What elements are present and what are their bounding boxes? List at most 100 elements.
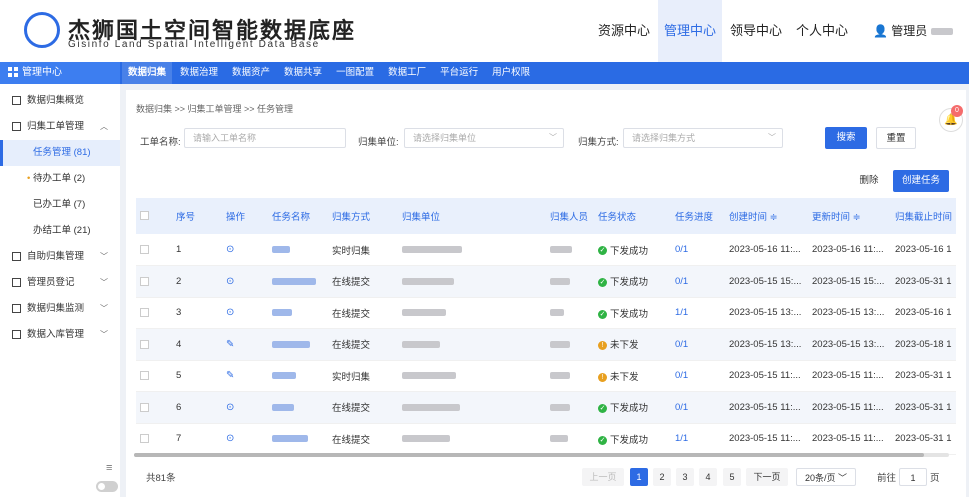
user-menu[interactable]: 👤 管理员 [873, 22, 953, 39]
row-name[interactable] [268, 360, 328, 392]
sidebar-item-workorder[interactable]: 归集工单管理 ︿ [0, 114, 120, 140]
search-button[interactable]: 搜索 [825, 127, 867, 149]
status-text: 下发成功 [610, 403, 649, 415]
self-icon [12, 251, 21, 261]
row-checkbox[interactable] [140, 244, 149, 254]
task-name-blurred[interactable] [272, 245, 290, 253]
prev-page-button[interactable]: 上一页 [582, 468, 624, 486]
row-op[interactable]: ⊙ [222, 423, 268, 455]
tab-runtime[interactable]: 平台运行 [434, 62, 484, 84]
view-icon[interactable]: ⊙ [226, 433, 234, 444]
row-op[interactable]: ⊙ [222, 265, 268, 298]
sidebar-item-import[interactable]: 数据入库管理 ﹀ [0, 322, 120, 348]
delete-button[interactable]: 删除 [851, 170, 887, 192]
page-4[interactable]: 4 [699, 468, 717, 486]
tab-asset[interactable]: 数据资产 [226, 62, 276, 84]
view-icon[interactable]: ⊙ [226, 307, 234, 318]
tab-map-config[interactable]: 一图配置 [330, 62, 380, 84]
row-op[interactable]: ✎ [222, 328, 268, 361]
page-size-select[interactable]: 20条/页 ﹀ [796, 468, 856, 486]
sidebar-toggle[interactable] [96, 481, 118, 492]
sidebar-item-self[interactable]: 自助归集管理 ﹀ [0, 244, 120, 270]
row-checkbox[interactable] [140, 276, 149, 286]
row-checkbox[interactable] [140, 434, 149, 444]
row-checkbox-cell[interactable] [136, 297, 172, 329]
goto-input[interactable]: 1 [899, 468, 927, 486]
tab-collect[interactable]: 数据归集 [122, 62, 173, 84]
sidebar-item-done[interactable]: 已办工单 (7) [0, 192, 120, 218]
edit-icon[interactable]: ✎ [226, 370, 234, 381]
row-name[interactable] [268, 328, 328, 361]
row-name[interactable] [268, 234, 328, 266]
row-op[interactable]: ⊙ [222, 234, 268, 266]
progress-text: 0/1 [675, 275, 689, 287]
row-name[interactable] [268, 265, 328, 298]
row-checkbox-cell[interactable] [136, 360, 172, 392]
sidebar-item-finished[interactable]: 办结工单 (21) [0, 218, 120, 244]
check-circle-icon: ✓ [598, 404, 607, 414]
task-name-blurred[interactable] [272, 340, 310, 348]
sidebar-item-todo[interactable]: • 待办工单 (2) [0, 166, 120, 192]
page-3[interactable]: 3 [676, 468, 694, 486]
breadcrumb: 数据归集 >> 归集工单管理 >> 任务管理 [136, 104, 294, 114]
page-2[interactable]: 2 [653, 468, 671, 486]
row-name[interactable] [268, 423, 328, 455]
reset-button[interactable]: 重置 [876, 127, 916, 149]
row-created: 2023-05-15 11:... [725, 360, 808, 392]
select-all-checkbox[interactable] [140, 211, 149, 221]
row-checkbox[interactable] [140, 371, 149, 381]
tab-govern[interactable]: 数据治理 [174, 62, 224, 84]
view-icon[interactable]: ⊙ [226, 244, 234, 255]
sidebar-item-overview[interactable]: 数据归集概览 [0, 88, 120, 114]
row-checkbox-cell[interactable] [136, 234, 172, 266]
topnav-personal[interactable]: 个人中心 [790, 0, 854, 62]
row-checkbox-cell[interactable] [136, 328, 172, 361]
row-checkbox[interactable] [140, 308, 149, 318]
col-created[interactable]: 创建时间 ≑ [725, 198, 808, 234]
col-updated[interactable]: 更新时间 ≑ [808, 198, 891, 234]
task-name-blurred[interactable] [272, 309, 292, 317]
sidebar-item-monitor[interactable]: 数据归集监测 ﹀ [0, 296, 120, 322]
row-checkbox-cell[interactable] [136, 391, 172, 424]
row-op[interactable]: ⊙ [222, 297, 268, 329]
task-name-blurred[interactable] [272, 277, 316, 285]
name-input[interactable]: 请输入工单名称 [184, 128, 346, 148]
person-blurred [550, 309, 564, 317]
view-icon[interactable]: ⊙ [226, 402, 234, 413]
unit-select[interactable]: 请选择归集单位 ﹀ [404, 128, 564, 148]
tab-share[interactable]: 数据共享 [278, 62, 328, 84]
next-page-button[interactable]: 下一页 [746, 468, 788, 486]
topnav-manage[interactable]: 管理中心 [658, 0, 723, 62]
scrollbar-thumb[interactable] [134, 453, 924, 457]
task-name-blurred[interactable] [272, 372, 296, 380]
page-1[interactable]: 1 [630, 468, 648, 486]
edit-icon[interactable]: ✎ [226, 339, 234, 350]
sidebar-item-admin[interactable]: 管理员登记 ﹀ [0, 270, 120, 296]
tab-permission[interactable]: 用户权限 [486, 62, 536, 84]
row-name[interactable] [268, 391, 328, 424]
horizontal-scrollbar[interactable] [134, 453, 949, 457]
row-op[interactable]: ⊙ [222, 391, 268, 424]
chevron-down-icon: ﹀ [549, 133, 557, 142]
topnav-leader[interactable]: 领导中心 [724, 0, 788, 62]
tab-factory[interactable]: 数据工厂 [382, 62, 432, 84]
row-checkbox[interactable] [140, 339, 149, 349]
select-all-cell[interactable] [136, 198, 172, 234]
sidebar-item-tasks[interactable]: 任务管理 (81) [0, 140, 120, 166]
task-name-blurred[interactable] [272, 403, 294, 411]
mode-select[interactable]: 请选择归集方式 ﹀ [623, 128, 783, 148]
row-name[interactable] [268, 297, 328, 329]
menu-icon[interactable]: ≡ [106, 462, 112, 474]
task-name-blurred[interactable] [272, 435, 308, 443]
row-deadline: 2023-05-31 1 [891, 265, 956, 298]
topnav-resource[interactable]: 资源中心 [592, 0, 656, 62]
create-task-button[interactable]: 创建任务 [893, 170, 949, 192]
row-checkbox[interactable] [140, 402, 149, 412]
chevron-up-icon: ︿ [100, 122, 108, 131]
page-5[interactable]: 5 [723, 468, 741, 486]
row-op[interactable]: ✎ [222, 360, 268, 392]
row-checkbox-cell[interactable] [136, 423, 172, 455]
view-icon[interactable]: ⊙ [226, 276, 234, 287]
table-row: 7 ⊙ 在线提交 ✓ 下发成功 1/1 2023-05-15 11:... 2023-05-1… [136, 423, 956, 455]
row-checkbox-cell[interactable] [136, 265, 172, 298]
